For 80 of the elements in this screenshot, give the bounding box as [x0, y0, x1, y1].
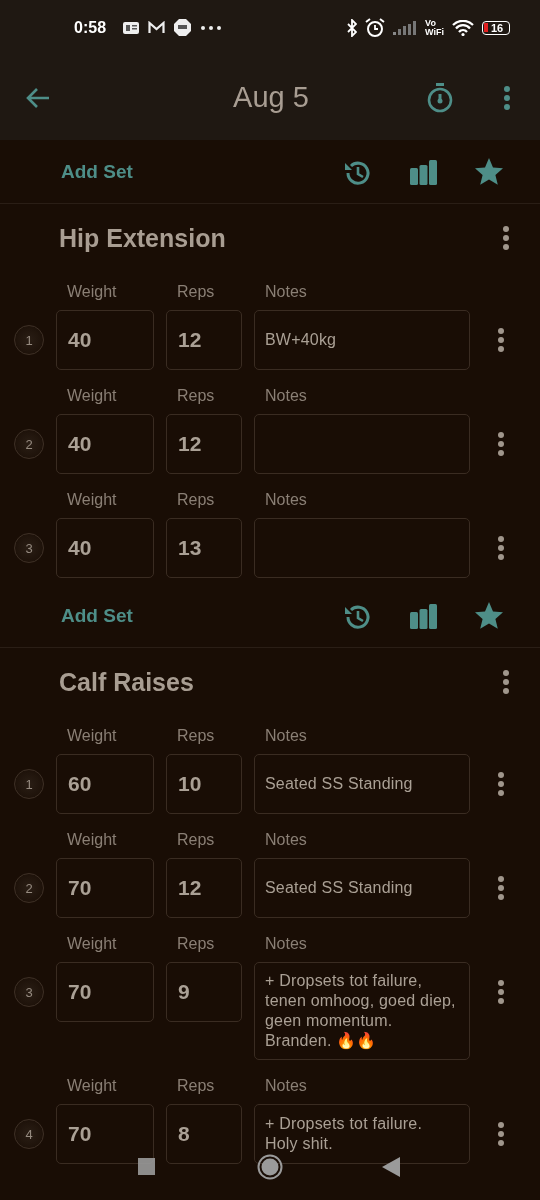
- stopwatch-icon: [426, 82, 454, 113]
- notes-label: Notes: [264, 830, 308, 850]
- weight-label: Weight: [66, 934, 118, 954]
- reps-field[interactable]: 12: [166, 414, 242, 474]
- more-vert-icon: [503, 670, 509, 694]
- set-number: 4: [14, 1119, 44, 1149]
- notes-field[interactable]: BW+40kg: [254, 310, 470, 370]
- more-vert-icon: [498, 536, 504, 560]
- clock-time: 0:58: [74, 18, 107, 37]
- bluetooth-icon: [347, 18, 358, 37]
- ad-block-icon: [174, 19, 192, 36]
- notes-field[interactable]: [254, 414, 470, 474]
- notes-field[interactable]: + Dropsets tot failure, tenen omhoog, goed diep, geen momentum. Branden. 🔥🔥: [254, 962, 470, 1060]
- notes-field[interactable]: [254, 518, 470, 578]
- weight-label: Weight: [66, 386, 118, 406]
- notes-label: Notes: [264, 282, 308, 302]
- news-icon: [123, 21, 140, 34]
- more-vert-icon: [498, 328, 504, 352]
- more-vert-icon: [498, 1122, 504, 1146]
- wifi-icon: [452, 19, 474, 36]
- reps-field[interactable]: 13: [166, 518, 242, 578]
- reps-label: Reps: [176, 726, 216, 746]
- reps-field[interactable]: 12: [166, 310, 242, 370]
- signal-icon: [393, 20, 418, 35]
- reps-field[interactable]: 8: [166, 1104, 242, 1164]
- weight-label: Weight: [66, 1076, 118, 1096]
- notes-field[interactable]: Seated SS Standing: [254, 858, 470, 918]
- set-number: 3: [14, 533, 44, 563]
- notes-label: Notes: [264, 934, 308, 954]
- reps-label: Reps: [176, 934, 216, 954]
- add-set-button[interactable]: Add Set: [52, 598, 142, 633]
- more-vert-icon: [498, 980, 504, 1004]
- star-icon: [474, 600, 504, 631]
- reps-label: Reps: [176, 386, 216, 406]
- vowifi-top: Vo: [425, 18, 437, 28]
- weight-label: Weight: [66, 830, 118, 850]
- reps-label: Reps: [176, 1076, 216, 1096]
- set-number: 1: [14, 325, 44, 355]
- weight-label: Weight: [66, 726, 118, 746]
- weight-field[interactable]: 40: [56, 414, 154, 474]
- weight-label: Weight: [66, 282, 118, 302]
- weight-field[interactable]: 70: [56, 858, 154, 918]
- set-number: 2: [14, 873, 44, 903]
- weight-field[interactable]: 40: [56, 310, 154, 370]
- more-vert-icon: [498, 772, 504, 796]
- set-number: 3: [14, 977, 44, 1007]
- more-notifications-icon: [200, 24, 223, 31]
- home-icon[interactable]: [257, 1154, 283, 1180]
- notes-label: Notes: [264, 726, 308, 746]
- back-nav-icon[interactable]: [382, 1157, 400, 1177]
- screen-title: Aug 5: [232, 81, 309, 114]
- more-vert-icon: [503, 226, 509, 250]
- star-icon: [474, 156, 504, 187]
- notes-label: Notes: [264, 1076, 308, 1096]
- mail-icon: [148, 21, 166, 34]
- reps-field[interactable]: 9: [166, 962, 242, 1022]
- weight-field[interactable]: 40: [56, 518, 154, 578]
- more-vert-icon: [504, 85, 510, 110]
- back-arrow-icon: [25, 86, 51, 109]
- alarm-icon: [365, 18, 386, 37]
- set-number: 2: [14, 429, 44, 459]
- exercise-title: Hip Extension: [59, 223, 226, 253]
- battery-level-text: 16: [491, 22, 504, 33]
- set-number: 1: [14, 769, 44, 799]
- reps-label: Reps: [176, 830, 216, 850]
- weight-field[interactable]: 60: [56, 754, 154, 814]
- weight-label: Weight: [66, 490, 118, 510]
- reps-field[interactable]: 12: [166, 858, 242, 918]
- notes-field[interactable]: Seated SS Standing: [254, 754, 470, 814]
- notes-label: Notes: [264, 386, 308, 406]
- more-vert-icon: [498, 432, 504, 456]
- reps-field[interactable]: 10: [166, 754, 242, 814]
- notes-label: Notes: [264, 490, 308, 510]
- weight-field[interactable]: 70: [56, 962, 154, 1022]
- exercise-title: Calf Raises: [59, 667, 194, 697]
- reps-label: Reps: [176, 282, 216, 302]
- more-vert-icon: [498, 876, 504, 900]
- vowifi-bottom: WiFi: [425, 27, 444, 37]
- reps-label: Reps: [176, 490, 216, 510]
- add-set-button[interactable]: Add Set: [52, 154, 142, 189]
